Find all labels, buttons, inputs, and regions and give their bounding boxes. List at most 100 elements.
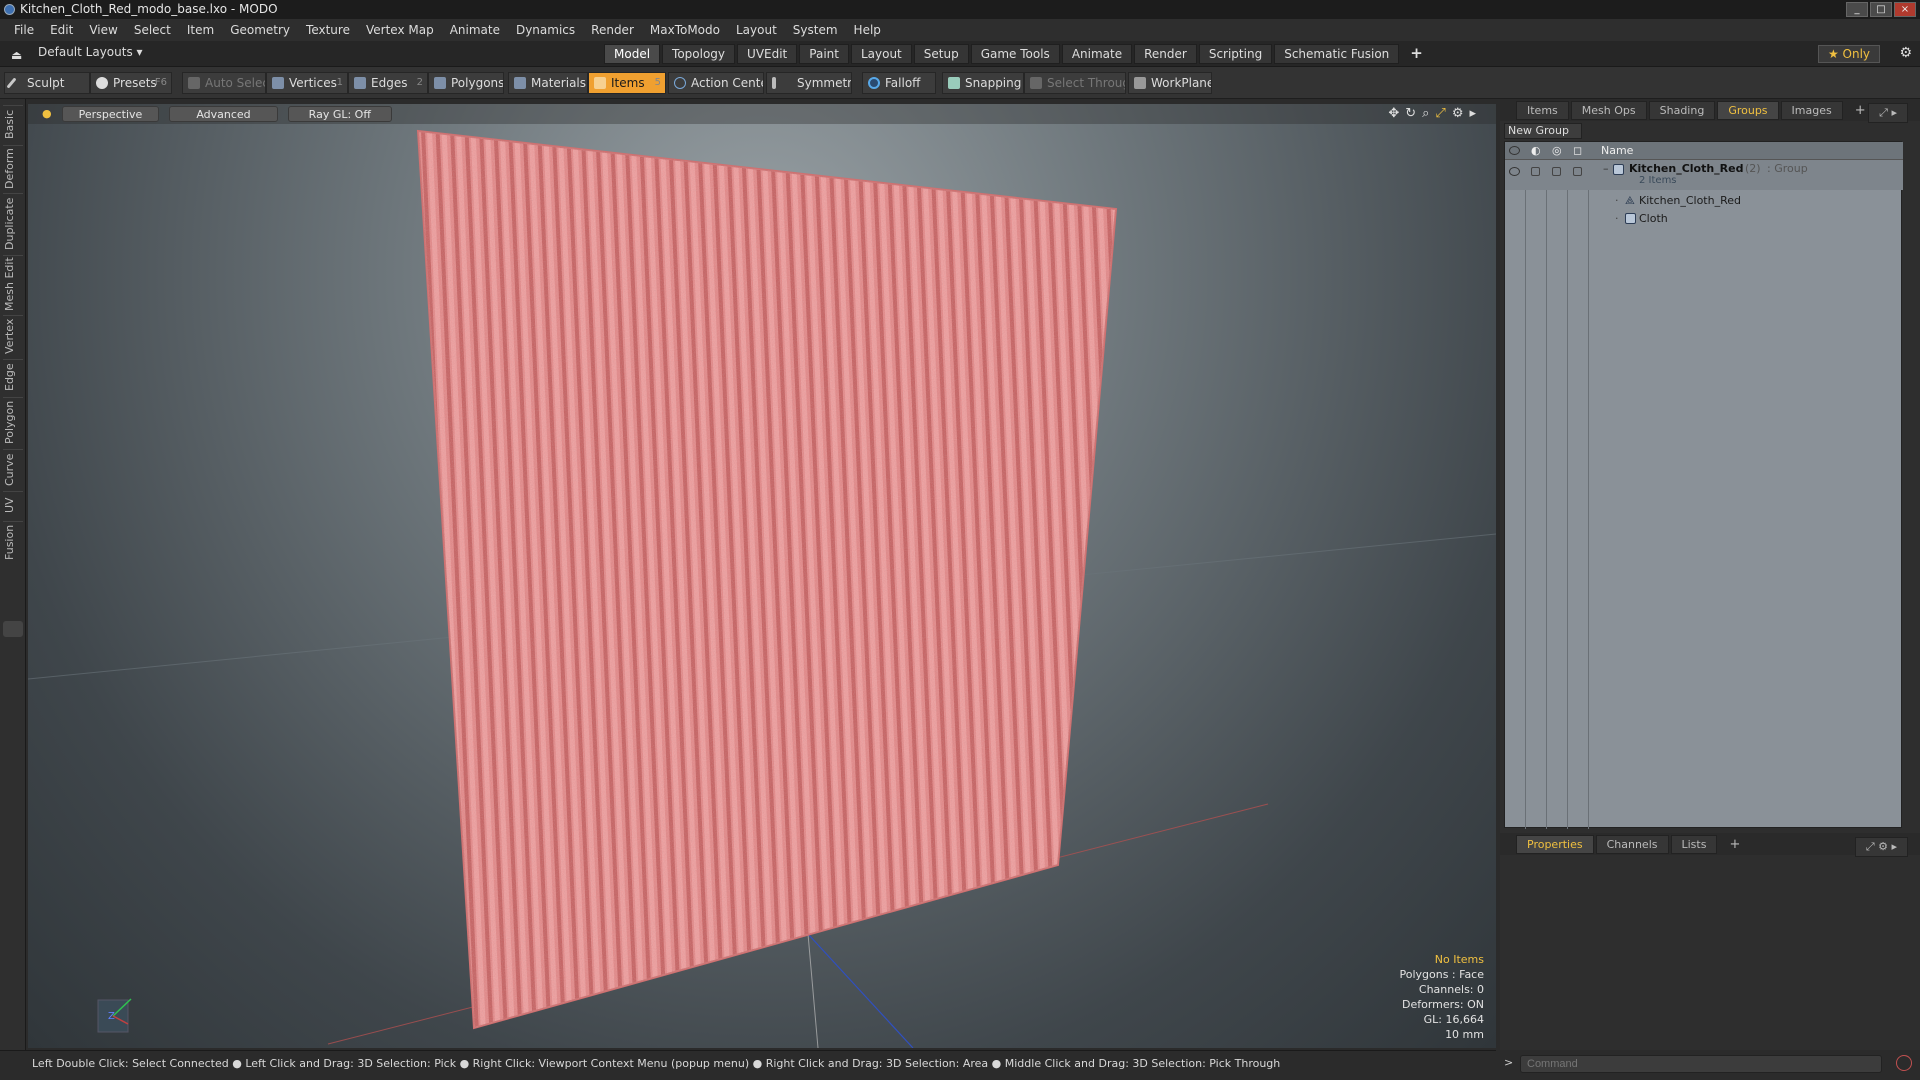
menu-geometry[interactable]: Geometry (222, 23, 298, 37)
lock-icon[interactable]: ◎ (1552, 142, 1562, 160)
snapping-button[interactable]: Snapping (942, 72, 1024, 94)
left-tab-edge[interactable]: Edge (3, 359, 23, 395)
tab-animate[interactable]: Animate (1061, 44, 1133, 64)
menu-select[interactable]: Select (126, 23, 179, 37)
select-column (1568, 142, 1589, 829)
left-tab-polygon[interactable]: Polygon (3, 397, 23, 447)
list-item[interactable]: · ⟁ Kitchen_Cloth_Red (1505, 192, 1903, 210)
viewport-settings-icon[interactable]: ⚙ (1452, 106, 1464, 121)
command-stop-icon[interactable] (1896, 1055, 1912, 1071)
tab-paint[interactable]: Paint (799, 44, 849, 64)
viewport-expand-icon[interactable]: ▸ (1469, 106, 1476, 121)
tab-images[interactable]: Images (1780, 100, 1843, 120)
select-icon[interactable]: ◻ (1573, 142, 1582, 160)
left-tab-basic[interactable]: Basic (3, 105, 23, 143)
tab-properties[interactable]: Properties (1516, 834, 1594, 854)
menu-animate[interactable]: Animate (442, 23, 508, 37)
rotate-view-icon[interactable]: ↻ (1405, 106, 1416, 121)
only-button[interactable]: ★ Only (1818, 45, 1880, 63)
name-column-header[interactable]: Name (1601, 142, 1633, 160)
action-center-button[interactable]: Action Center (668, 72, 764, 94)
left-tab-curve[interactable]: Curve (3, 449, 23, 489)
tab-setup[interactable]: Setup (913, 44, 969, 64)
add-bottom-tab-button[interactable]: + (1719, 835, 1750, 854)
menu-vertex-map[interactable]: Vertex Map (358, 23, 442, 37)
menu-dynamics[interactable]: Dynamics (508, 23, 583, 37)
minimize-button[interactable]: _ (1846, 2, 1868, 17)
group-visibility-toggle[interactable] (1509, 167, 1520, 176)
group-select-toggle[interactable] (1573, 167, 1582, 176)
menu-layout[interactable]: Layout (728, 23, 785, 37)
new-group-button[interactable]: New Group (1504, 123, 1582, 139)
close-button[interactable]: × (1894, 2, 1916, 17)
list-item[interactable]: · Cloth (1505, 210, 1903, 228)
render-icon[interactable]: ◐ (1531, 142, 1541, 160)
tab-lists[interactable]: Lists (1670, 834, 1718, 854)
fit-view-icon[interactable]: ⤢ (1435, 106, 1445, 121)
palette-toggle-button[interactable] (3, 621, 23, 637)
menu-maxtomodo[interactable]: MaxToModo (642, 23, 728, 37)
collapse-icon[interactable]: – (1603, 160, 1609, 178)
tab-topology[interactable]: Topology (662, 44, 736, 64)
viewport-shading-button[interactable]: Advanced (169, 106, 278, 122)
workplane-button[interactable]: WorkPlane (1128, 72, 1212, 94)
viewport-view-button[interactable]: Perspective (61, 106, 160, 122)
menu-item[interactable]: Item (179, 23, 222, 37)
left-tab-mesh-edit[interactable]: Mesh Edit (3, 255, 23, 313)
tab-uvedit[interactable]: UVEdit (737, 44, 798, 64)
menu-texture[interactable]: Texture (298, 23, 358, 37)
viewport-raygl-button[interactable]: Ray GL: Off (287, 106, 392, 122)
tab-schematic-fusion[interactable]: Schematic Fusion (1274, 44, 1400, 64)
left-tab-deform[interactable]: Deform (3, 145, 23, 191)
materials-button[interactable]: Materials (508, 72, 588, 94)
maximize-button[interactable]: □ (1870, 2, 1892, 17)
layout-selector[interactable]: ⏏ Default Layouts ▾ (11, 45, 143, 62)
group-row[interactable]: – Kitchen_Cloth_Red (2) : Group 2 Items (1505, 160, 1903, 190)
mesh-icon: ⟁ (1625, 194, 1635, 207)
tab-render[interactable]: Render (1134, 44, 1197, 64)
command-input[interactable] (1520, 1055, 1882, 1073)
gear-icon[interactable]: ⚙ (1899, 45, 1912, 61)
menu-edit[interactable]: Edit (42, 23, 81, 37)
menu-view[interactable]: View (81, 23, 125, 37)
group-render-toggle[interactable] (1531, 167, 1540, 176)
tab-layout[interactable]: Layout (850, 44, 912, 64)
layout-collapse-icon[interactable]: ⏏ (11, 48, 22, 62)
menu-help[interactable]: Help (846, 23, 889, 37)
left-tab-uv[interactable]: UV (3, 491, 23, 519)
menu-file[interactable]: File (6, 23, 42, 37)
sculpt-button[interactable]: Sculpt (4, 72, 90, 94)
tab-scripting[interactable]: Scripting (1198, 44, 1273, 64)
panel-expand-icon[interactable]: ⤢ ▸ (1868, 103, 1908, 123)
viewport-dot-icon[interactable]: ● (42, 106, 52, 122)
3d-viewport[interactable]: Z ● Perspective Advanced Ray GL: Off ✥ ↻… (28, 104, 1496, 1048)
add-tab-button[interactable]: + (1401, 44, 1432, 64)
presets-button[interactable]: Presets F6 (90, 72, 172, 94)
falloff-button[interactable]: Falloff (862, 72, 936, 94)
tab-channels[interactable]: Channels (1595, 834, 1669, 854)
eye-icon[interactable] (1509, 146, 1520, 155)
tool-palette-tabs: Basic Deform Duplicate Mesh Edit Vertex … (0, 99, 26, 1050)
properties-expand-icon[interactable]: ⤢ ⚙ ▸ (1854, 837, 1908, 857)
left-tab-fusion[interactable]: Fusion (3, 521, 23, 563)
auto-select-button[interactable]: Auto Select (182, 72, 266, 94)
menu-system[interactable]: System (785, 23, 846, 37)
tab-groups[interactable]: Groups (1717, 100, 1779, 120)
select-through-button[interactable]: Select Through (1024, 72, 1126, 94)
tab-shading[interactable]: Shading (1648, 100, 1716, 120)
polygons-button[interactable]: Polygons (428, 72, 504, 94)
tab-model[interactable]: Model (604, 44, 661, 64)
edges-button[interactable]: Edges 2 (348, 72, 428, 94)
left-tab-duplicate[interactable]: Duplicate (3, 193, 23, 253)
tab-game-tools[interactable]: Game Tools (970, 44, 1060, 64)
group-lock-toggle[interactable] (1552, 167, 1561, 176)
tab-items[interactable]: Items (1516, 100, 1569, 120)
move-view-icon[interactable]: ✥ (1388, 106, 1399, 121)
zoom-view-icon[interactable]: ⌕ (1422, 106, 1429, 121)
tab-mesh-ops[interactable]: Mesh Ops (1570, 100, 1647, 120)
left-tab-vertex[interactable]: Vertex (3, 315, 23, 357)
vertices-button[interactable]: Vertices 1 (266, 72, 348, 94)
menu-render[interactable]: Render (583, 23, 642, 37)
items-button[interactable]: Items 5 (588, 72, 666, 94)
symmetry-button[interactable]: Symmetry (766, 72, 852, 94)
